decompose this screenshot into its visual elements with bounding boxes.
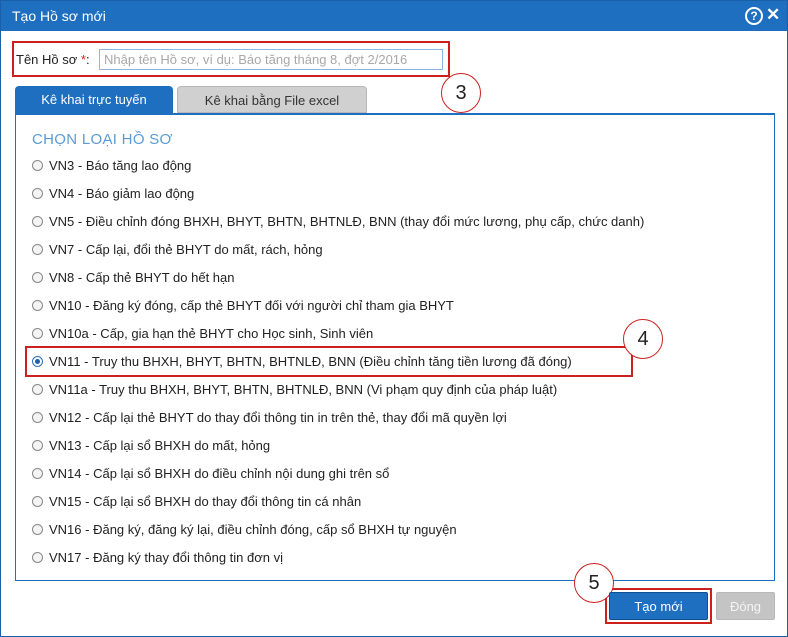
- profile-type-option[interactable]: VN7 - Cấp lại, đổi thẻ BHYT do mất, rách…: [32, 239, 323, 259]
- profile-type-option[interactable]: VN10 - Đăng ký đóng, cấp thẻ BHYT đối vớ…: [32, 295, 454, 315]
- callout-3: 3: [441, 73, 481, 113]
- section-title: CHỌN LOẠI HỒ SƠ: [32, 131, 173, 148]
- profile-name-input[interactable]: [99, 49, 443, 70]
- close-button[interactable]: Đóng: [716, 592, 775, 620]
- profile-type-option[interactable]: VN5 - Điều chỉnh đóng BHXH, BHYT, BHTN, …: [32, 211, 644, 231]
- tab-excel-declaration[interactable]: Kê khai bằng File excel: [177, 86, 367, 113]
- profile-type-option[interactable]: VN12 - Cấp lại thẻ BHYT do thay đổi thôn…: [32, 407, 507, 427]
- radio-unchecked-icon[interactable]: [32, 467, 43, 479]
- option-label: VN10 - Đăng ký đóng, cấp thẻ BHYT đối vớ…: [49, 297, 454, 313]
- radio-unchecked-icon[interactable]: [32, 551, 43, 563]
- option-label: VN3 - Báo tăng lao động: [49, 157, 192, 173]
- option-label: VN5 - Điều chỉnh đóng BHXH, BHYT, BHTN, …: [49, 213, 645, 229]
- option-label: VN8 - Cấp thẻ BHYT do hết hạn: [49, 269, 235, 285]
- profile-name-label: Tên Hồ sơ *:: [16, 52, 90, 67]
- option-label: VN10a - Cấp, gia hạn thẻ BHYT cho Học si…: [49, 325, 374, 341]
- profile-type-option[interactable]: VN10a - Cấp, gia hạn thẻ BHYT cho Học si…: [32, 323, 373, 343]
- option-label: VN15 - Cấp lại sổ BHXH do thay đổi thông…: [49, 493, 362, 509]
- dialog-title: Tạo Hồ sơ mới: [12, 8, 106, 24]
- option-label: VN4 - Báo giảm lao động: [49, 185, 195, 201]
- create-profile-dialog: Tạo Hồ sơ mới ? ✕ Tên Hồ sơ *: 3 Kê khai…: [0, 0, 788, 637]
- profile-type-option[interactable]: VN16 - Đăng ký, đăng ký lại, điều chỉnh …: [32, 519, 457, 539]
- radio-unchecked-icon[interactable]: [32, 495, 43, 507]
- profile-type-option[interactable]: VN11a - Truy thu BHXH, BHYT, BHTN, BHTNL…: [32, 379, 557, 399]
- profile-type-option[interactable]: VN13 - Cấp lại sổ BHXH do mất, hỏng: [32, 435, 270, 455]
- radio-unchecked-icon[interactable]: [32, 299, 43, 311]
- radio-unchecked-icon[interactable]: [32, 383, 43, 395]
- selected-option-highlight: [25, 346, 633, 377]
- profile-type-option[interactable]: VN4 - Báo giảm lao động: [32, 183, 194, 203]
- tab-online-declaration[interactable]: Kê khai trực tuyến: [15, 86, 173, 113]
- option-label: VN16 - Đăng ký, đăng ký lại, điều chỉnh …: [49, 521, 457, 537]
- profile-type-option[interactable]: VN3 - Báo tăng lao động: [32, 155, 191, 175]
- profile-type-option[interactable]: VN15 - Cấp lại sổ BHXH do thay đổi thông…: [32, 491, 361, 511]
- option-label: VN14 - Cấp lại sổ BHXH do điều chỉnh nội…: [49, 465, 390, 481]
- help-icon[interactable]: ?: [745, 7, 763, 25]
- option-label: VN12 - Cấp lại thẻ BHYT do thay đổi thôn…: [49, 409, 507, 425]
- option-label: VN7 - Cấp lại, đổi thẻ BHYT do mất, rách…: [49, 241, 323, 257]
- radio-unchecked-icon[interactable]: [32, 159, 43, 171]
- radio-unchecked-icon[interactable]: [32, 215, 43, 227]
- profile-type-option[interactable]: VN14 - Cấp lại sổ BHXH do điều chỉnh nội…: [32, 463, 389, 483]
- profile-type-option[interactable]: VN8 - Cấp thẻ BHYT do hết hạn: [32, 267, 234, 287]
- dialog-titlebar: Tạo Hồ sơ mới ? ✕: [1, 1, 787, 31]
- profile-type-option[interactable]: VN17 - Đăng ký thay đổi thông tin đơn vị: [32, 547, 283, 567]
- radio-unchecked-icon[interactable]: [32, 523, 43, 535]
- callout-4: 4: [623, 319, 663, 359]
- radio-unchecked-icon[interactable]: [32, 243, 43, 255]
- option-label: VN11a - Truy thu BHXH, BHYT, BHTN, BHTNL…: [49, 381, 558, 397]
- option-label: VN13 - Cấp lại sổ BHXH do mất, hỏng: [49, 437, 271, 453]
- radio-unchecked-icon[interactable]: [32, 327, 43, 339]
- close-icon[interactable]: ✕: [766, 5, 780, 25]
- callout-5: 5: [574, 563, 614, 603]
- radio-unchecked-icon[interactable]: [32, 187, 43, 199]
- radio-unchecked-icon[interactable]: [32, 439, 43, 451]
- radio-unchecked-icon[interactable]: [32, 271, 43, 283]
- option-label: VN17 - Đăng ký thay đổi thông tin đơn vị: [49, 549, 283, 565]
- profile-name-row-highlight: Tên Hồ sơ *:: [12, 41, 450, 77]
- create-button[interactable]: Tạo mới: [609, 592, 708, 620]
- radio-unchecked-icon[interactable]: [32, 411, 43, 423]
